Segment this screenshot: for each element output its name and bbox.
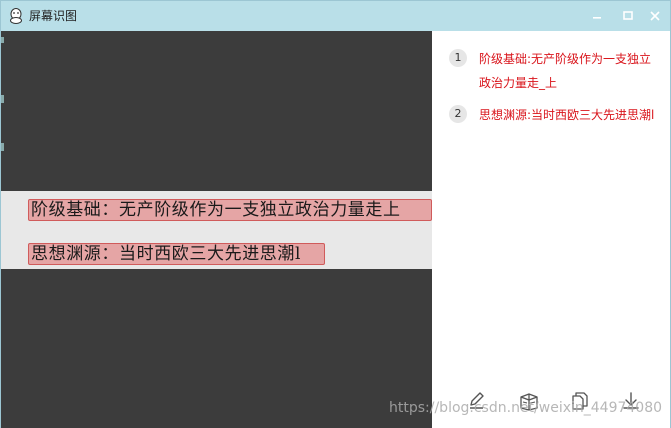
result-index-badge: 2 — [449, 105, 467, 123]
edge-artifact — [1, 95, 4, 103]
title-bar[interactable]: 屏幕识图 — [1, 1, 670, 31]
watermark-text: https://blog.csdn.net/weixin_44974080 — [389, 400, 663, 416]
result-text[interactable]: 阶级基础:无产阶级作为一支独立政治力量走_上 — [479, 47, 659, 95]
captured-text-line: 阶级基础：无产阶级作为一支独立政治力量走上 — [31, 200, 401, 220]
close-icon[interactable] — [647, 8, 663, 24]
image-preview-pane[interactable]: 阶级基础：无产阶级作为一支独立政治力量走上 思想渊源：当时西欧三大先进思潮l — [1, 31, 432, 428]
recognition-results-pane: 1 阶级基础:无产阶级作为一支独立政治力量走_上 2 思想渊源:当时西欧三大先进… — [432, 31, 670, 428]
edge-artifact — [1, 37, 4, 43]
window-title: 屏幕识图 — [29, 9, 78, 23]
app-logo-icon — [9, 8, 23, 24]
screen-ocr-window: 屏幕识图 阶级基础：无产阶级作为一支独立政治力量走上 思想渊源：当时西欧三大先进… — [0, 0, 671, 428]
result-index-badge: 1 — [449, 49, 467, 67]
minimize-icon[interactable] — [589, 8, 605, 24]
captured-image: 阶级基础：无产阶级作为一支独立政治力量走上 思想渊源：当时西欧三大先进思潮l — [1, 191, 432, 269]
maximize-icon[interactable] — [620, 8, 636, 24]
captured-text-line: 思想渊源：当时西欧三大先进思潮l — [31, 244, 302, 264]
edge-artifact — [1, 143, 4, 151]
result-text[interactable]: 思想渊源:当时西欧三大先进思潮l — [479, 103, 659, 127]
